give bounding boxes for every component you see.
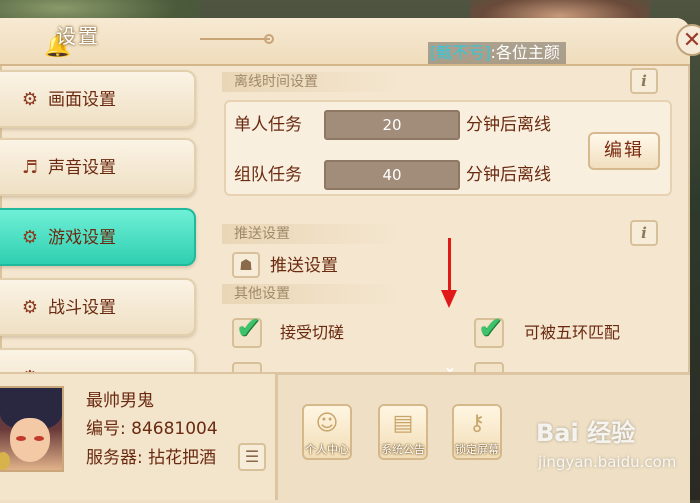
- close-button[interactable]: ✕: [676, 24, 700, 56]
- avatar-eye: [16, 436, 26, 441]
- music-note-icon: ♬: [21, 157, 39, 178]
- close-icon: ✕: [682, 28, 700, 53]
- push-settings-icon[interactable]: ☗: [232, 252, 260, 278]
- lock-screen-button[interactable]: ⚷ 锁定屏幕: [452, 404, 502, 460]
- baidu-watermark: Bai 经验 jingyan.baidu.com: [536, 418, 676, 488]
- system-notice-label: 系统公告: [381, 443, 425, 456]
- battle-gear-icon: ⚙: [21, 297, 39, 318]
- title-decoration-line: [200, 38, 270, 40]
- accept-duel-label: 接受切磋: [280, 323, 345, 342]
- offline-info-button[interactable]: i: [630, 68, 658, 94]
- sidebar-item-label: 游戏设置: [48, 228, 116, 248]
- sidebar-item-more[interactable]: ⚙: [0, 348, 196, 372]
- team-task-label: 组队任务: [234, 165, 302, 185]
- sidebar-item-display[interactable]: ⚙ 画面设置: [0, 70, 196, 128]
- system-notice-button[interactable]: ▤ 系统公告: [378, 404, 428, 460]
- notice-message: 各位主颜: [495, 43, 560, 62]
- profile-menu-button[interactable]: ☰: [238, 443, 266, 471]
- sidebar-item-label: 画面设置: [48, 90, 116, 110]
- watermark-url: jingyan.baidu.com: [538, 453, 677, 471]
- sidebar-item-game[interactable]: ⚙ 游戏设置: [0, 208, 196, 266]
- other-section-header: 其他设置: [222, 284, 398, 304]
- push-section-header: 推送设置: [222, 224, 398, 244]
- sidebar-item-label: 战斗设置: [48, 298, 116, 318]
- server-label: 服务器:: [86, 448, 143, 468]
- five-ring-match-label: 可被五环匹配: [524, 323, 621, 342]
- gear-icon: ⚙: [21, 227, 39, 248]
- player-name: 最帅男鬼: [86, 391, 154, 411]
- edit-button[interactable]: 编辑: [588, 132, 660, 170]
- settings-content: 离线时间设置 i 单人任务 20 分钟后离线 组队任务 40 分钟后离线 编辑 …: [210, 66, 686, 372]
- push-settings-label[interactable]: 推送设置: [270, 255, 338, 277]
- title-decoration-dot: [264, 34, 274, 44]
- chat-notice: [甒不亏]:各位主颜: [428, 42, 566, 64]
- solo-task-minutes-field[interactable]: 20: [324, 110, 460, 140]
- checkmark-icon: ✔: [236, 311, 262, 346]
- team-task-minutes-field[interactable]: 40: [324, 160, 460, 190]
- push-info-button[interactable]: i: [630, 220, 658, 246]
- five-ring-match-checkbox[interactable]: ✔: [474, 314, 504, 348]
- solo-task-suffix: 分钟后离线: [466, 115, 551, 135]
- solo-task-label: 单人任务: [234, 115, 302, 135]
- menu-icon: ☰: [244, 447, 260, 466]
- person-icon: ☺: [315, 411, 339, 436]
- next-option-checkbox[interactable]: [474, 362, 504, 372]
- offline-section-header: 离线时间设置: [222, 72, 398, 92]
- display-settings-icon: ⚙: [21, 89, 39, 110]
- checkmark-icon: ✔: [478, 311, 504, 346]
- server-value: 拈花把酒: [148, 448, 217, 468]
- avatar-eye: [34, 436, 44, 441]
- watermark-logo: Bai 经验: [536, 419, 636, 447]
- title-bar: [0, 18, 690, 66]
- player-id: 编号: 84681004: [86, 418, 218, 440]
- player-id-value: 84681004: [131, 419, 218, 439]
- sidebar-item-battle[interactable]: ⚙ 战斗设置: [0, 278, 196, 336]
- sidebar-item-sound[interactable]: ♬ 声音设置: [0, 138, 196, 196]
- notice-sender: [甒不亏]: [430, 43, 491, 62]
- lock-screen-label: 锁定屏幕: [455, 443, 499, 456]
- player-id-label: 编号:: [86, 419, 126, 439]
- annotation-arrow-shaft: [448, 238, 451, 294]
- info-icon: i: [641, 224, 647, 242]
- next-option-checkbox[interactable]: [232, 362, 262, 372]
- scroll-icon: ▤: [392, 411, 414, 436]
- team-task-suffix: 分钟后离线: [466, 165, 551, 185]
- key-icon: ⚷: [468, 411, 486, 436]
- player-server: 服务器: 拈花把酒: [86, 447, 216, 469]
- personal-center-label: 个人中心: [305, 443, 349, 456]
- settings-sidebar: ⚙ 画面设置 ♬ 声音设置 ⚙ 游戏设置 ⚙ 战斗设置 ⚙: [0, 66, 205, 372]
- sidebar-item-label: 声音设置: [48, 158, 116, 178]
- personal-center-button[interactable]: ☺ 个人中心: [302, 404, 352, 460]
- info-icon: i: [641, 72, 647, 90]
- window-title: 设置: [56, 24, 100, 48]
- accept-duel-checkbox[interactable]: ✔: [232, 314, 262, 348]
- annotation-arrow-icon: [441, 290, 457, 308]
